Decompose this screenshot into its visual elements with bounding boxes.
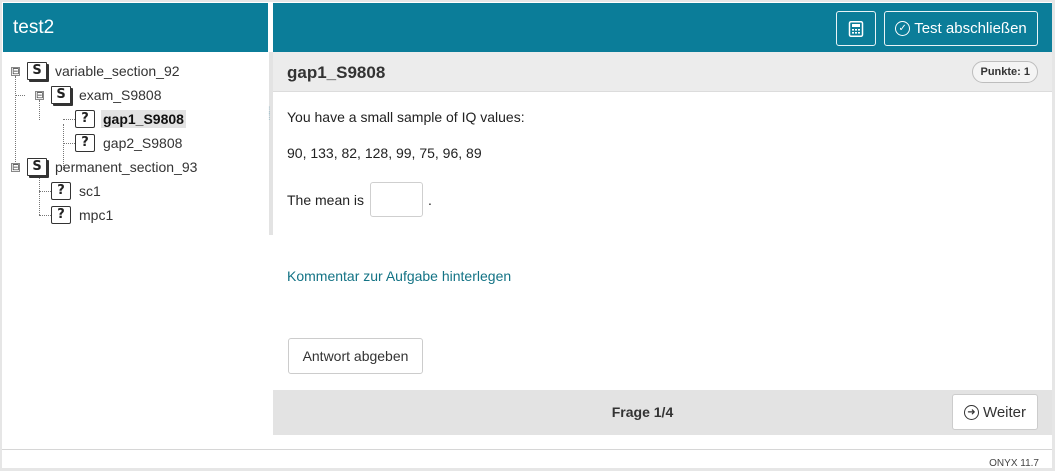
- tree-connector: [39, 178, 40, 215]
- tree-item-label: gap2_S9808: [103, 135, 183, 151]
- question-icon: ?: [51, 182, 71, 200]
- finish-test-button[interactable]: ✓ Test abschließen: [884, 11, 1038, 46]
- tree-item-label: mpc1: [79, 207, 114, 223]
- tree-item-variable-section[interactable]: S variable_section_92: [27, 60, 182, 82]
- collapse-toggle-icon[interactable]: ⊟: [11, 163, 20, 172]
- task-intro: You have a small sample of IQ values:: [287, 109, 525, 125]
- tree-item-label: gap1_S9808: [101, 110, 186, 128]
- question-icon: ?: [51, 206, 71, 224]
- section-icon: S: [27, 158, 47, 176]
- gap-answer-input[interactable]: [370, 182, 423, 217]
- gap-prompt: The mean is: [287, 192, 365, 208]
- points-badge: Punkte: 1: [972, 61, 1038, 83]
- tree-item-exam-section[interactable]: S exam_S9808: [51, 84, 164, 106]
- tree-item-gap1[interactable]: ? gap1_S9808: [75, 108, 186, 130]
- next-label: Weiter: [982, 403, 1027, 421]
- tree-item-sc1[interactable]: ? sc1: [51, 180, 103, 202]
- app-title: test2: [3, 3, 268, 52]
- gap-prompt-suffix: .: [428, 192, 432, 208]
- task-content: You have a small sample of IQ values: 90…: [273, 92, 1052, 390]
- comment-link[interactable]: Kommentar zur Aufgabe hinterlegen: [287, 268, 511, 284]
- tree-item-label: exam_S9808: [79, 87, 162, 103]
- submit-answer-button[interactable]: Antwort abgeben: [288, 338, 423, 374]
- section-icon: S: [51, 86, 71, 104]
- calculator-icon: [848, 20, 864, 37]
- tree-item-permanent-section[interactable]: S permanent_section_93: [27, 156, 199, 178]
- arrow-right-circle-icon: ➜: [963, 404, 979, 420]
- page-indicator: Frage 1/4: [611, 404, 674, 420]
- calculator-button[interactable]: [836, 11, 876, 46]
- tree-item-label: sc1: [79, 183, 101, 199]
- tree-item-label: permanent_section_93: [55, 159, 198, 175]
- collapse-toggle-icon[interactable]: ⊟: [11, 67, 20, 76]
- version-label: ONYX 11.7: [989, 458, 1039, 469]
- toolbar: ✓ Test abschließen: [273, 3, 1052, 52]
- next-button[interactable]: ➜ Weiter: [952, 394, 1038, 430]
- navigation-tree: ⊟ S variable_section_92 ⊟ S exam_S9808 ?…: [3, 52, 273, 235]
- tree-connector: [63, 119, 75, 120]
- question-icon: ?: [75, 134, 95, 152]
- tree-connector: [39, 215, 51, 216]
- tree-connector: [15, 95, 25, 96]
- tree-connector: [39, 100, 40, 120]
- panel-resize-handle[interactable]: ⁞ ⁞: [268, 107, 271, 123]
- tree-item-gap2[interactable]: ? gap2_S9808: [75, 132, 184, 154]
- task-title-bar: gap1_S9808 Punkte: 1: [273, 52, 1052, 92]
- section-icon: S: [27, 62, 47, 80]
- question-icon: ?: [75, 110, 95, 128]
- check-circle-icon: ✓: [895, 21, 911, 36]
- tree-connector: [63, 143, 75, 144]
- question-navigation: Frage 1/4 ➜ Weiter: [273, 390, 1052, 435]
- task-title: gap1_S9808: [287, 63, 386, 82]
- tree-item-mpc1[interactable]: ? mpc1: [51, 204, 115, 226]
- tree-connector: [15, 76, 16, 168]
- tree-item-label: variable_section_92: [55, 63, 180, 79]
- footer-divider: [2, 449, 1052, 450]
- collapse-toggle-icon[interactable]: ⊟: [35, 91, 44, 100]
- tree-connector: [39, 191, 51, 192]
- finish-test-label: Test abschließen: [914, 20, 1027, 37]
- sample-values: 90, 133, 82, 128, 99, 75, 96, 89: [287, 145, 482, 161]
